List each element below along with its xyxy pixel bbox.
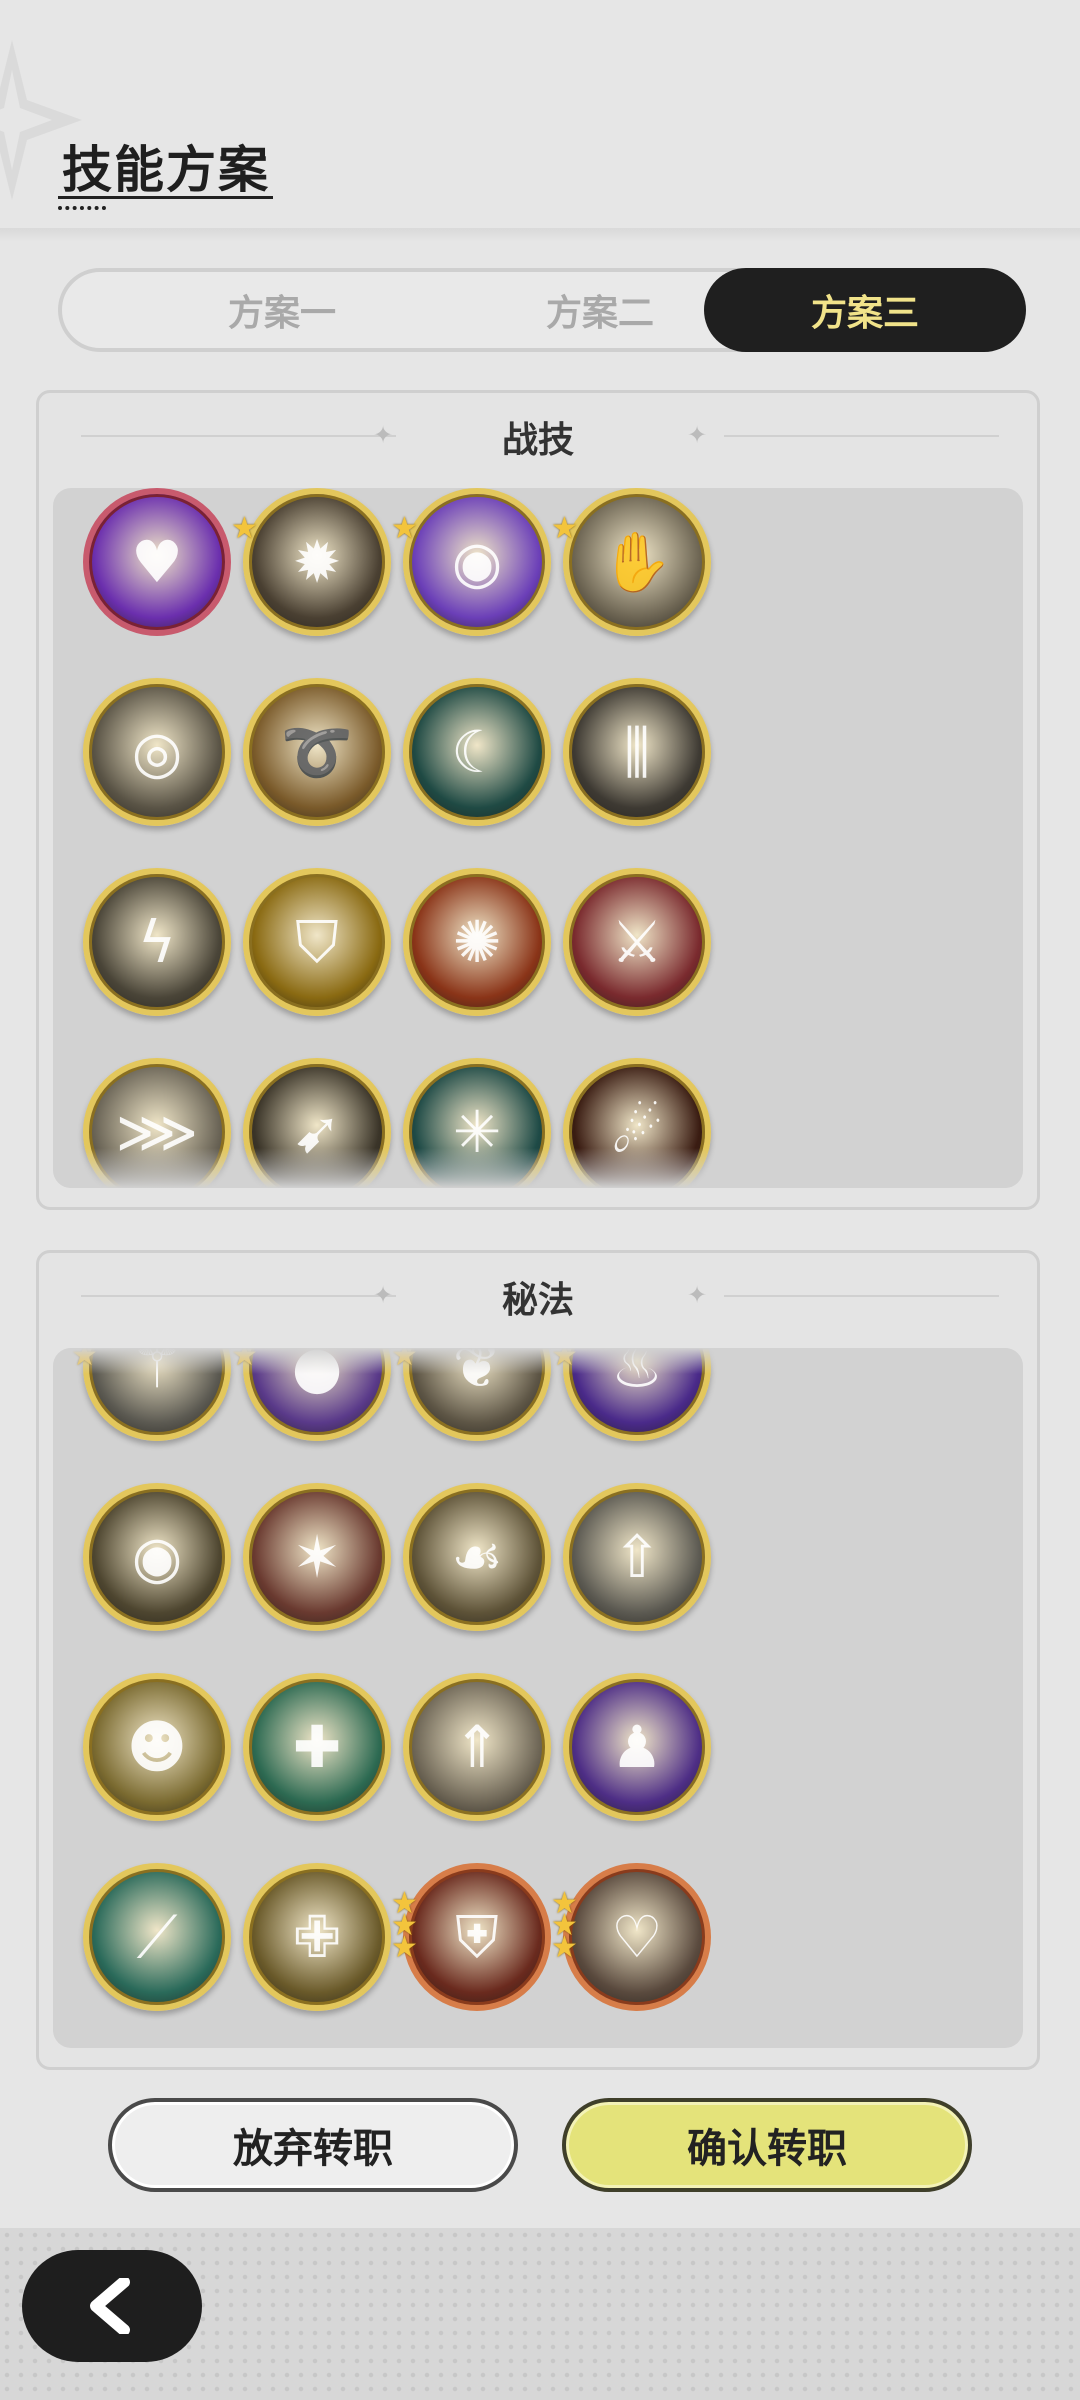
abandon-job-change-button[interactable]: 放弃转职 [108,2098,518,2192]
purple-figure-icon: ♟ [611,1713,663,1781]
golden-swirl-icon: ➰ [280,717,354,786]
skill-slot[interactable]: ⟋ [83,1863,231,2011]
skill-slot[interactable]: ✙ [243,1863,391,2011]
tab-plan-3[interactable]: 方案三 [704,268,1026,352]
confirm-job-change-button[interactable]: 确认转职 [562,2098,972,2192]
skill-slot[interactable]: ♟ [563,1673,711,1821]
skill-slot[interactable]: ⛉ [243,868,391,1016]
lightning-slash-icon: ϟ [137,908,177,976]
burst-icon: ✹ [292,528,342,596]
skill-slot[interactable]: ϟ [83,868,231,1016]
star-rank-icon: ★ [231,511,258,546]
back-arrow-icon [90,2278,130,2334]
skill-slot[interactable]: ✹ ★ [231,488,391,636]
shattered-pillars-icon: ⫼ [623,717,651,786]
sparkle-icon: ✦ [687,421,708,449]
sparkle-icon: ✦ [687,1281,708,1309]
vortex-icon: ◎ [131,718,183,786]
heal-shield-icon: ✙ [292,1903,342,1971]
violet-orb-icon: ◉ [451,528,503,596]
skill-slot[interactable]: ☙ [403,1483,551,1631]
skill-slot[interactable]: ⫼ [563,678,711,826]
skill-grid[interactable]: ♡★★★⛨★★★✙⟋♟⇑✚☻⇧☙✶◉♨★★❦★★●★★⚚★★ [53,1348,1023,2048]
star-rank-icon: ★ ★ ★ [391,1886,418,1965]
fire-rune-icon: ✺ [452,908,502,976]
sword-raise-icon: ⚔ [611,908,663,976]
page-title: 技能方案 [62,141,270,199]
star-rank-icon: ★ [551,511,578,546]
golden-shield-up-icon: ⛉ [295,907,339,976]
skill-slot[interactable]: ☻ [83,1673,231,1821]
title-underline [58,196,273,199]
combat-skills-panel: ✦ 战技 ✦ ☄ ✳ ➹ ⋙ ⚔ ✺ ⛉ ϟ ⫼ ☾ ➰ ◎ ✋ ★ ◉ ★ ✹ ★ ♥ [36,390,1040,1210]
skill-slot[interactable]: ➰ [243,678,391,826]
skill-slot[interactable]: ⚔ [563,868,711,1016]
skill-slot[interactable]: ♥ [83,488,231,636]
skill-slot[interactable]: ☾ [403,678,551,826]
armor-icon: ⛨ [455,1902,499,1971]
skill-slot[interactable]: ◉ [83,1483,231,1631]
tab-plan-1[interactable]: 方案一 [122,268,442,352]
skill-slot[interactable]: ✚ [243,1673,391,1821]
arcane-skills-panel: ✦ 秘法 ✦ ♡★★★⛨★★★✙⟋♟⇑✚☻⇧☙✶◉♨★★❦★★●★★⚚★★ [36,1250,1040,2070]
teal-blade-icon: ⟋ [136,1902,178,1971]
skill-slot[interactable]: ◉ ★ [391,488,551,636]
power-figure-icon: ☻ [126,1713,188,1781]
red-strike-icon: ✶ [292,1523,342,1591]
eye-icon: ◉ [131,1523,183,1591]
star-rank-icon: ★ ★ ★ [551,1886,578,1965]
back-button[interactable] [22,2250,202,2362]
heart-shield-icon: ♡ [611,1903,663,1971]
dragon-claw-icon: ☙ [451,1523,503,1591]
blade-upgrade-icon: ⇑ [452,1713,502,1781]
skill-slot[interactable]: ◎ [83,678,231,826]
grasping-hand-icon: ✋ [600,527,674,596]
plan-tabs: 方案一 方案二 方案三 [58,268,1026,352]
teal-crescent-icon: ☾ [451,718,503,786]
violet-heart-icon: ♥ [131,528,183,596]
skill-slot[interactable]: ✋ ★ [551,488,711,636]
section-title: 秘法 [501,1280,574,1321]
skill-slot[interactable]: ✶ [243,1483,391,1631]
skill-slot[interactable]: ⇑ [403,1673,551,1821]
title-dots [58,206,106,210]
skill-grid[interactable]: ☄ ✳ ➹ ⋙ ⚔ ✺ ⛉ ϟ ⫼ ☾ ➰ ◎ ✋ ★ ◉ ★ ✹ ★ ♥ [53,488,1023,1188]
skill-slot[interactable]: ♡ ★ ★ ★ [551,1863,711,2011]
skill-slot[interactable]: ⛨ ★ ★ ★ [391,1863,551,2011]
sword-up-icon: ⇧ [612,1523,662,1591]
skill-slot[interactable]: ✺ [403,868,551,1016]
skill-slot[interactable]: ⇧ [563,1483,711,1631]
star-rank-icon: ★ [391,511,418,546]
section-title: 战技 [501,420,574,461]
heal-plus-icon: ✚ [292,1713,342,1781]
